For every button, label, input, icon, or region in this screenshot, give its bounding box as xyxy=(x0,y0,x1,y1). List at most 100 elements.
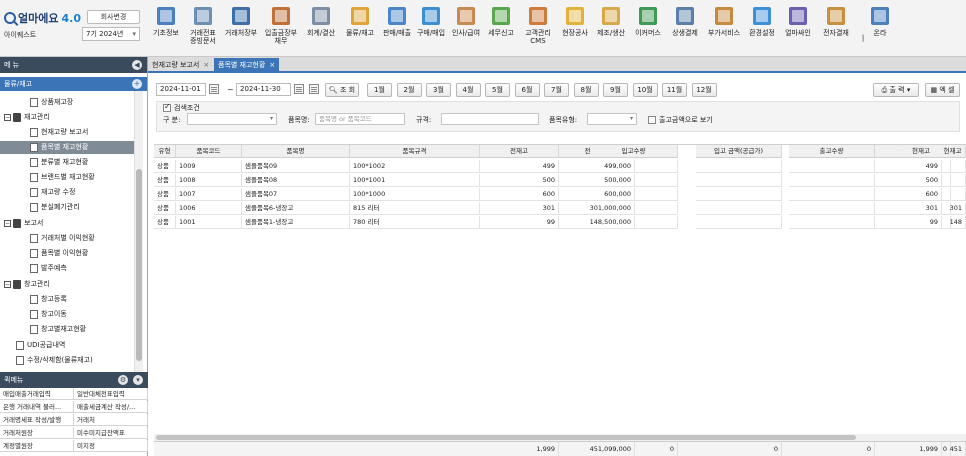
table-cell[interactable]: 100*1002 xyxy=(350,160,480,173)
table-cell[interactable] xyxy=(940,160,966,173)
table-cell[interactable]: 148 xyxy=(940,216,966,229)
date-to-input[interactable]: 2024-11-30 xyxy=(236,83,291,96)
quick-menu-item[interactable]: 일반대체전표입력 xyxy=(74,388,148,400)
calendar-icon[interactable] xyxy=(209,84,219,94)
menu-item[interactable]: 현장공사 xyxy=(558,0,592,57)
table-cell[interactable]: 1001 xyxy=(176,216,242,229)
table-cell[interactable]: 상품 xyxy=(154,174,176,187)
collapse-toggle-icon[interactable]: − xyxy=(4,281,11,288)
table-cell[interactable]: 301 xyxy=(901,202,942,215)
column-header[interactable]: 품목규격 xyxy=(350,145,480,158)
menu-item[interactable]: 전자결재 xyxy=(816,0,856,57)
table-cell[interactable]: 301 xyxy=(480,202,559,215)
table-cell[interactable] xyxy=(590,188,678,201)
menu-item[interactable]: | xyxy=(856,0,870,57)
table-cell[interactable] xyxy=(696,174,782,187)
tree-item[interactable]: 품목별 이익현황 xyxy=(0,247,134,260)
tab-item-stock-status[interactable]: 품목별 재고현황 × xyxy=(214,58,280,73)
tree-item[interactable]: 품목별 재고현황 xyxy=(0,141,134,154)
table-cell[interactable]: 1007 xyxy=(176,188,242,201)
column-header[interactable]: 품목코드 xyxy=(176,145,242,158)
tree-item[interactable]: 분류별 재고현황 xyxy=(0,156,134,169)
item-name-input[interactable]: 품목명 or 품목코드 xyxy=(315,113,405,125)
period-select[interactable]: 7기 2024년 ▾ xyxy=(82,27,140,41)
table-cell[interactable]: 상품 xyxy=(154,216,176,229)
table-cell[interactable] xyxy=(940,174,966,187)
table-cell[interactable] xyxy=(590,216,678,229)
menu-item[interactable]: 이커머스 xyxy=(630,0,666,57)
month-button[interactable]: 4월 xyxy=(455,83,481,97)
month-button[interactable]: 3월 xyxy=(426,83,451,97)
month-button[interactable]: 6월 xyxy=(514,83,540,97)
table-cell[interactable] xyxy=(590,174,678,187)
table-cell[interactable] xyxy=(789,188,875,201)
column-header[interactable]: 전재고 xyxy=(480,145,559,158)
month-button[interactable]: 5월 xyxy=(485,83,510,97)
table-cell[interactable] xyxy=(789,160,875,173)
menu-item[interactable]: 구매/매입 xyxy=(414,0,448,57)
table-cell[interactable]: 100*1000 xyxy=(350,188,480,201)
table-cell[interactable] xyxy=(590,202,678,215)
menu-item[interactable]: 판매/매출 xyxy=(380,0,414,57)
quick-menu-item[interactable]: 계정별원장 xyxy=(0,440,74,452)
month-button[interactable]: 9월 xyxy=(603,83,628,97)
search-button[interactable]: 🔍︎ 조 회 xyxy=(325,83,359,97)
table-cell[interactable]: 499 xyxy=(480,160,559,173)
month-button[interactable]: 11월 xyxy=(662,83,687,97)
table-cell[interactable] xyxy=(696,160,782,173)
quick-menu-item[interactable]: 거래처 xyxy=(74,414,148,426)
table-cell[interactable]: 상품 xyxy=(154,160,176,173)
table-cell[interactable] xyxy=(696,202,782,215)
filter-title[interactable]: 검색조건 xyxy=(163,102,200,113)
collapse-sidebar-icon[interactable]: ◀ xyxy=(132,60,142,70)
print-button[interactable]: ⎙ 출 력 ▾ xyxy=(873,83,919,97)
scrollbar-thumb[interactable] xyxy=(136,169,142,361)
column-header[interactable]: 품목명 xyxy=(242,145,350,158)
column-header[interactable]: 유형 xyxy=(154,145,176,158)
sidebar-scrollbar[interactable] xyxy=(134,91,143,372)
tree-folder[interactable]: − 보고서 xyxy=(0,217,134,230)
quick-menu-item[interactable]: 거래명세표 작성/발행 xyxy=(0,414,74,426)
chevron-down-icon[interactable]: ▾ xyxy=(133,375,143,385)
table-cell[interactable]: 301 xyxy=(940,202,966,215)
calendar-grid-icon[interactable] xyxy=(309,84,319,94)
menu-item[interactable]: 부가서비스 xyxy=(704,0,744,57)
table-cell[interactable]: 샘플품목6-냉장고 xyxy=(242,202,350,215)
menu-item[interactable]: 물류/재고 xyxy=(340,0,380,57)
table-cell[interactable] xyxy=(696,188,782,201)
quick-menu-item[interactable]: 은행 거래내역 불러... xyxy=(0,401,74,413)
quick-menu-item[interactable]: 미수미지급잔액표 xyxy=(74,427,148,439)
change-company-button[interactable]: 회사변경 xyxy=(87,10,140,24)
collapse-toggle-icon[interactable]: − xyxy=(4,220,11,227)
table-cell[interactable]: 상품 xyxy=(154,188,176,201)
quick-menu-item[interactable]: 매입매출거래입력 xyxy=(0,388,74,400)
month-button[interactable]: 10월 xyxy=(632,83,658,97)
close-icon[interactable]: × xyxy=(269,61,275,69)
collapse-toggle-icon[interactable]: − xyxy=(4,114,11,121)
sidebar-section[interactable]: 물류/재고 + xyxy=(0,77,147,91)
table-cell[interactable]: 815 리터 xyxy=(350,202,480,215)
table-cell[interactable] xyxy=(696,216,782,229)
month-button[interactable]: 2월 xyxy=(396,83,422,97)
table-cell[interactable]: 600 xyxy=(901,188,942,201)
table-cell[interactable] xyxy=(590,160,678,173)
menu-item[interactable]: 제조/생산 xyxy=(592,0,630,57)
quick-menu-item[interactable]: 매출세금계산 작성/... xyxy=(74,401,148,413)
tree-item[interactable]: UDI공급내역 xyxy=(0,339,134,352)
table-cell[interactable]: 500 xyxy=(480,174,559,187)
menu-item[interactable]: 입출금장부 채무 xyxy=(260,0,302,57)
tree-item[interactable]: 현재고량 보고서 xyxy=(0,126,134,139)
quick-menu-item[interactable]: 미지정 xyxy=(74,440,148,452)
out-amount-option[interactable]: 출고금액으로 보기 xyxy=(648,115,713,125)
table-cell[interactable]: 샘플품목08 xyxy=(242,174,350,187)
table-cell[interactable]: 1008 xyxy=(176,174,242,187)
month-button[interactable]: 1월 xyxy=(367,83,392,97)
column-header[interactable]: 현재고 xyxy=(940,145,966,158)
menu-item[interactable]: 기초정보 xyxy=(148,0,184,57)
column-header[interactable]: 출고수량 xyxy=(789,145,875,158)
tab-current-stock-report[interactable]: 현재고량 보고서 × xyxy=(148,58,213,73)
tree-item[interactable]: 거래처별 이익현황 xyxy=(0,232,134,245)
tree-folder[interactable]: − 재고관리 xyxy=(0,111,134,124)
table-cell[interactable]: 샘플품목1-냉장고 xyxy=(242,216,350,229)
menu-item[interactable]: 고객관리 CMS xyxy=(518,0,558,57)
